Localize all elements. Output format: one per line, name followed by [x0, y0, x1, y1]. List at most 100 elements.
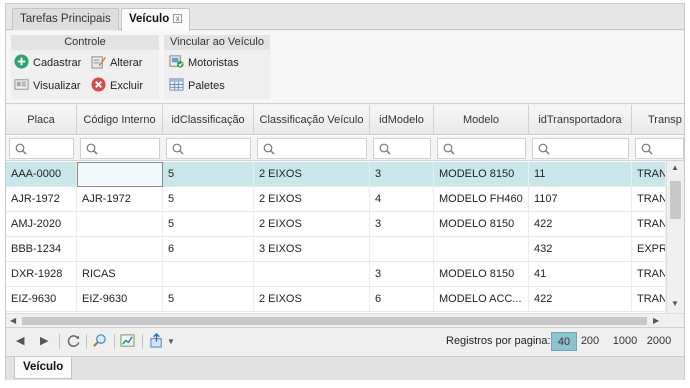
filter-input-codigo-interno[interactable] — [80, 138, 160, 159]
search-icon — [538, 143, 550, 155]
group-controle: Controle Cadastrar Alterar Visualizar Ex… — [11, 35, 159, 99]
excluir-button[interactable]: Excluir — [91, 77, 143, 95]
bottom-tab-veiculo[interactable]: Veículo — [14, 357, 73, 379]
cell-transp: TRAN — [632, 212, 666, 237]
cell-classificacao-veiculo: 2 EIXOS — [254, 187, 370, 212]
page-size-2000[interactable]: 2000 — [644, 332, 674, 351]
add-icon — [14, 54, 29, 69]
page-size-40[interactable]: 40 — [551, 332, 577, 351]
paletes-button[interactable]: Paletes — [169, 77, 225, 95]
column-header-idmodelo[interactable]: idModelo — [370, 105, 434, 135]
page-size-label: Registros por pagina: — [446, 335, 551, 347]
visualizar-button[interactable]: Visualizar — [14, 77, 81, 95]
horizontal-scroll-thumb[interactable] — [22, 317, 647, 325]
cell-idmodelo: 3 — [370, 162, 434, 187]
prev-page-icon[interactable]: ◀ — [16, 333, 24, 350]
ribbon-toolbar: Controle Cadastrar Alterar Visualizar Ex… — [6, 31, 684, 104]
filter-input-idclassificacao[interactable] — [166, 138, 251, 159]
group-vincular: Vincular ao Veículo Motoristas Paletes — [164, 35, 270, 99]
column-header-idclassificacao[interactable]: idClassificação — [163, 105, 254, 135]
separator — [114, 334, 115, 349]
filter-row — [6, 136, 684, 161]
vertical-scroll-thumb[interactable] — [670, 181, 681, 219]
tab-tarefas-principais[interactable]: Tarefas Principais — [12, 8, 119, 30]
cell-modelo: MODELO FH460 — [434, 187, 529, 212]
cell-modelo: MODELO ACC... — [434, 287, 529, 312]
tab-veiculo[interactable]: Veículo x — [121, 8, 191, 31]
chevron-down-icon[interactable]: ▼ — [167, 333, 175, 350]
cell-idclassificacao: 5 — [163, 212, 254, 237]
column-header-transp[interactable]: Transp — [632, 105, 684, 135]
cell-placa: DXR-1928 — [6, 262, 77, 287]
filter-input-idtransportadora[interactable] — [532, 138, 629, 159]
cell-classificacao-veiculo — [254, 262, 370, 287]
cell-placa: BBB-1234 — [6, 237, 77, 262]
cell-idmodelo: 6 — [370, 287, 434, 312]
search-icon — [379, 143, 391, 155]
export-icon[interactable] — [149, 332, 164, 350]
cell-transp: TRAN — [632, 187, 666, 212]
delete-icon — [91, 77, 106, 92]
pager-toolbar: ◀ ▶ ▼ Registros por pagina: 40 200 1000 … — [6, 327, 684, 355]
table-row[interactable]: DXR-1928 RICAS 3 MODELO 8150 41 TRAN — [6, 262, 666, 287]
cell-codigo-interno: RICAS — [77, 262, 163, 287]
close-icon[interactable]: x — [173, 14, 183, 23]
cell-placa: AAA-0000 — [6, 162, 77, 187]
alterar-button[interactable]: Alterar — [91, 54, 142, 72]
cell-codigo-interno: EIZ-9630 — [77, 287, 163, 312]
separator — [59, 334, 60, 349]
cell-codigo-interno — [77, 212, 163, 237]
search-icon[interactable] — [92, 333, 107, 350]
vertical-scrollbar[interactable]: ▲ ▼ — [666, 161, 684, 313]
search-icon — [86, 143, 98, 155]
main-window: Tarefas Principais Veículo x Controle Cad… — [5, 3, 685, 380]
table-row[interactable]: AAA-0000 5 2 EIXOS 3 MODELO 8150 11 TRAN — [6, 162, 666, 187]
table-row[interactable]: AJR-1972 AJR-1972 5 2 EIXOS 4 MODELO FH4… — [6, 187, 666, 212]
cell-idmodelo: 4 — [370, 187, 434, 212]
column-header-modelo[interactable]: Modelo — [434, 105, 529, 135]
filter-input-transp[interactable] — [635, 138, 684, 159]
scroll-down-icon[interactable]: ▼ — [671, 299, 679, 308]
scroll-up-icon[interactable]: ▲ — [671, 163, 679, 172]
cell-classificacao-veiculo: 3 EIXOS — [254, 237, 370, 262]
column-header-idtransportadora[interactable]: idTransportadora — [529, 105, 632, 135]
filter-input-modelo[interactable] — [437, 138, 526, 159]
cell-idtransportadora: 41 — [529, 262, 632, 287]
group-title: Vincular ao Veículo — [164, 35, 270, 50]
page-size-200[interactable]: 200 — [577, 332, 603, 351]
filter-input-idmodelo[interactable] — [373, 138, 431, 159]
search-icon — [172, 143, 184, 155]
motoristas-button[interactable]: Motoristas — [169, 54, 239, 72]
grid-header: Placa Código Interno idClassificação Cla… — [6, 105, 684, 135]
excluir-label: Excluir — [110, 80, 144, 92]
chart-icon[interactable] — [120, 333, 135, 350]
cell-codigo-interno[interactable] — [77, 162, 163, 187]
cell-idclassificacao: 5 — [163, 187, 254, 212]
cadastrar-button[interactable]: Cadastrar — [14, 54, 81, 72]
table-row[interactable]: EIZ-9630 EIZ-9630 5 2 EIXOS 6 MODELO ACC… — [6, 287, 666, 312]
table-row[interactable]: BBB-1234 6 3 EIXOS 432 EXPR — [6, 237, 666, 262]
table-row[interactable]: AMJ-2020 5 2 EIXOS 3 MODELO 8150 422 TRA… — [6, 212, 666, 237]
filter-input-placa[interactable] — [9, 138, 74, 159]
cell-idmodelo: 3 — [370, 262, 434, 287]
tab-label: Veículo — [129, 13, 170, 25]
search-icon — [641, 143, 653, 155]
column-header-classificacao-veiculo[interactable]: Classificação Veículo — [254, 105, 370, 135]
cell-modelo: MODELO 8150 — [434, 262, 529, 287]
column-header-placa[interactable]: Placa — [6, 105, 77, 135]
scroll-right-icon[interactable]: ▶ — [653, 316, 659, 325]
cell-transp: TRAN — [632, 287, 666, 312]
next-page-icon[interactable]: ▶ — [40, 333, 48, 350]
cell-transp: TRAN — [632, 162, 666, 187]
column-header-codigo-interno[interactable]: Código Interno — [77, 105, 163, 135]
cell-idtransportadora: 11 — [529, 162, 632, 187]
tab-strip: Tarefas Principais Veículo x — [6, 4, 684, 31]
vehicle-grid: Placa Código Interno idClassificação Cla… — [6, 105, 684, 327]
tab-label: Tarefas Principais — [20, 13, 111, 25]
filter-input-classificacao-veiculo[interactable] — [257, 138, 367, 159]
scroll-left-icon[interactable]: ◀ — [10, 316, 16, 325]
horizontal-scrollbar[interactable]: ◀ ▶ — [6, 313, 684, 327]
page-size-1000[interactable]: 1000 — [610, 332, 640, 351]
refresh-icon[interactable] — [66, 333, 81, 350]
cell-classificacao-veiculo: 2 EIXOS — [254, 212, 370, 237]
